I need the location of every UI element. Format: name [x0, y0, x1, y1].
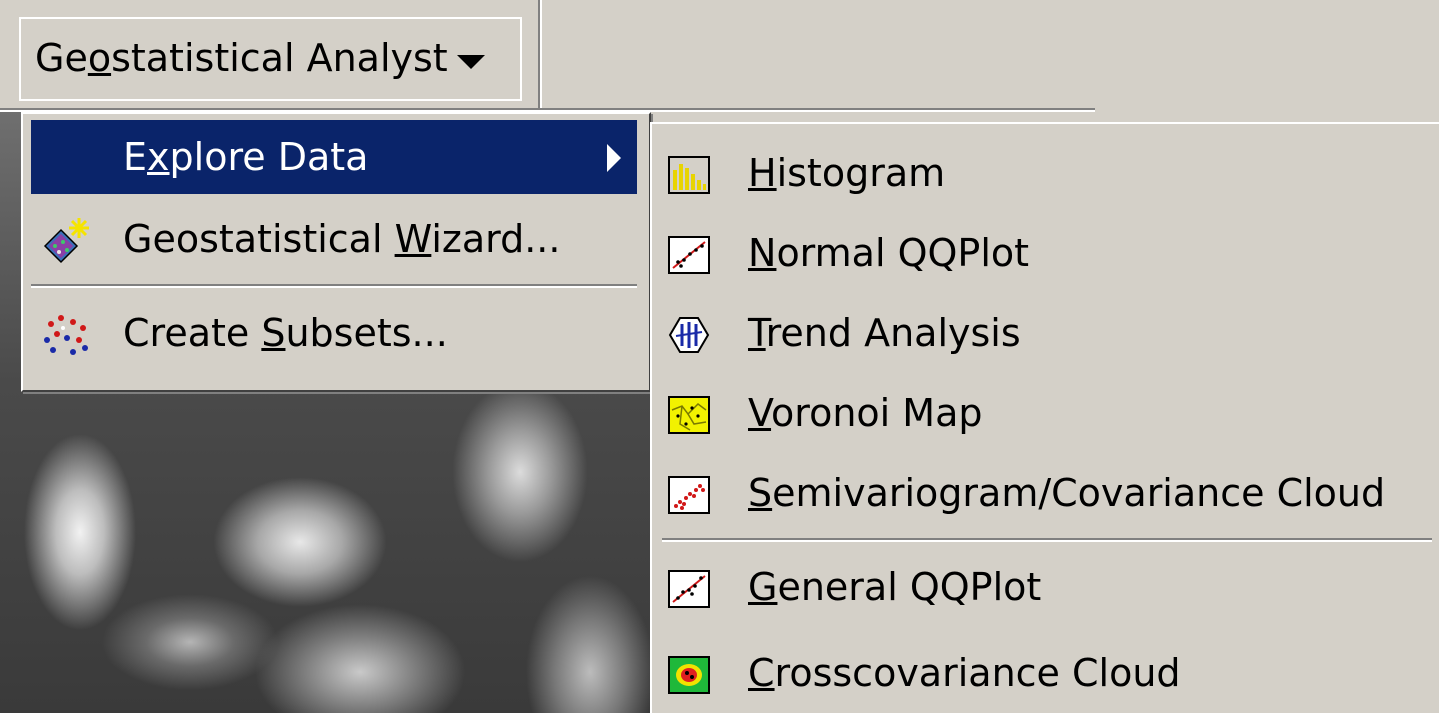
- toolbar-separator: [538, 0, 542, 112]
- menu-item-create-subsets[interactable]: Create Subsets...: [31, 296, 637, 370]
- submenu-item-normal-qqplot[interactable]: Normal QQPlot: [652, 214, 1439, 292]
- geostatistical-analyst-menu: Explore Data Geostatistical Wizard... Cr…: [21, 112, 651, 392]
- submenu-item-label: Semivariogram/Covariance Cloud: [748, 471, 1386, 515]
- menu-item-geostatistical-wizard[interactable]: Geostatistical Wizard...: [31, 202, 637, 276]
- submenu-item-crosscovariance-cloud[interactable]: Crosscovariance Cloud: [652, 634, 1439, 712]
- wizard-icon: [43, 218, 89, 264]
- submenu-item-label: Histogram: [748, 151, 946, 195]
- explore-data-submenu: Histogram Normal QQPlot Trend Analysis V…: [650, 122, 1439, 713]
- menu-item-label: Create Subsets...: [123, 311, 448, 355]
- submenu-item-general-qqplot[interactable]: General QQPlot: [652, 548, 1439, 626]
- semivariogram-icon: [668, 476, 710, 514]
- menu-item-label: Explore Data: [123, 135, 369, 179]
- submenu-item-histogram[interactable]: Histogram: [652, 134, 1439, 212]
- dropdown-label: Geostatistical Analyst: [35, 36, 448, 80]
- histogram-icon: [668, 156, 710, 194]
- menu-item-explore-data[interactable]: Explore Data: [31, 120, 637, 194]
- submenu-item-label: Crosscovariance Cloud: [748, 651, 1181, 695]
- crosscovariance-icon: [668, 656, 710, 694]
- submenu-item-label: Voronoi Map: [748, 391, 983, 435]
- submenu-item-label: Trend Analysis: [748, 311, 1021, 355]
- subsets-icon: [44, 315, 88, 355]
- qqplot-icon: [668, 236, 710, 274]
- submenu-item-semivariogram-covariance-cloud[interactable]: Semivariogram/Covariance Cloud: [652, 454, 1439, 532]
- menu-separator: [31, 284, 637, 288]
- chevron-down-icon: [457, 55, 485, 69]
- voronoi-map-icon: [668, 396, 710, 434]
- submenu-item-label: General QQPlot: [748, 565, 1042, 609]
- submenu-separator: [662, 538, 1432, 542]
- menu-item-label: Geostatistical Wizard...: [123, 217, 561, 261]
- submenu-item-label: Normal QQPlot: [748, 231, 1030, 275]
- submenu-item-trend-analysis[interactable]: Trend Analysis: [652, 294, 1439, 372]
- general-qqplot-icon: [668, 570, 710, 608]
- geostatistical-analyst-dropdown[interactable]: Geostatistical Analyst: [19, 17, 522, 101]
- submenu-item-voronoi-map[interactable]: Voronoi Map: [652, 374, 1439, 452]
- toolbar: Geostatistical Analyst: [0, 0, 1439, 112]
- trend-analysis-icon: [668, 317, 710, 353]
- submenu-arrow-icon: [607, 144, 621, 172]
